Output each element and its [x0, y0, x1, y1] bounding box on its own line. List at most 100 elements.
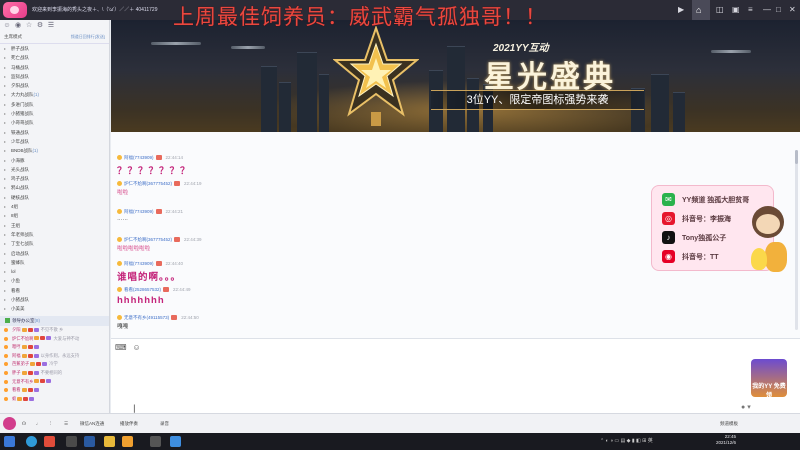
emoji-icon[interactable]: ☺ — [133, 343, 141, 353]
mic-icon[interactable]: ♩ — [36, 419, 41, 428]
message-header: 炉仁不尬啊(367775452) 22:44:19 — [117, 180, 202, 187]
channel-item[interactable]: 监狱战队 — [4, 72, 109, 82]
message-user[interactable]: 炉仁不尬啊(367775452) — [124, 237, 172, 242]
channel-item[interactable]: 鸦山战队 — [4, 183, 109, 193]
ranking-link[interactable]: 频道日回排行[发送] — [71, 34, 105, 40]
channel-item[interactable]: 夕阳战队 — [4, 81, 109, 91]
app-icon[interactable] — [122, 436, 133, 447]
channel-item[interactable]: 铁通战队 — [4, 128, 109, 138]
clock[interactable]: 22:45 2021/12/6 — [716, 434, 736, 446]
member-item[interactable]: 胖子 不要相同的 — [0, 369, 109, 378]
promo-badge[interactable]: 我的YY 免费领 — [751, 359, 787, 399]
channel-item[interactable]: 多进门战队 — [4, 100, 109, 110]
maximize-icon[interactable]: □ — [776, 5, 781, 14]
message-header: 阿福(7743909) 22:44:14 — [117, 154, 191, 161]
channel-item[interactable]: 鸡子战队 — [4, 174, 109, 184]
steam-icon[interactable] — [84, 436, 95, 447]
home-button[interactable]: ⌂ — [692, 0, 710, 20]
channel-item[interactable]: 丁宝七战队 — [4, 239, 109, 249]
member-item[interactable]: 蚁 — [0, 395, 109, 404]
folder-icon[interactable] — [104, 436, 115, 447]
status-item-0[interactable]: 微信AN连通 — [80, 419, 104, 428]
channel-item[interactable]: 启动战队 — [4, 249, 109, 259]
member-item[interactable]: 阿福 以身作则，永远支持 — [0, 352, 109, 361]
channel-item[interactable]: 马桶战队 — [4, 63, 109, 73]
social-label: 抖音号：TT — [682, 254, 719, 261]
channel-item[interactable]: 小美美 — [4, 304, 109, 314]
channel-item[interactable]: 小猪战队 — [4, 295, 109, 305]
chat-scrollbar[interactable] — [795, 150, 798, 330]
member-item[interactable]: 无意不有乡 — [0, 378, 109, 387]
clock-date: 2021/12/6 — [716, 440, 737, 445]
avatar[interactable] — [3, 417, 16, 430]
equalizer-icon[interactable]: ⫶ — [50, 419, 51, 428]
dropdown-icon[interactable]: ▾ — [747, 404, 751, 411]
mic-icon[interactable]: ● — [741, 404, 745, 411]
close-icon[interactable]: ✕ — [789, 5, 796, 14]
channel-item[interactable]: 大力丸战队(1) — [4, 90, 109, 100]
channel-item[interactable]: 胖子战队 — [4, 44, 109, 54]
message-user[interactable]: 阿福(7743909) — [124, 155, 154, 160]
member-name: 嗯哼 — [12, 344, 21, 350]
event-banner[interactable]: 2021YY互动 星光盛典 3位YY、限定帝图标强势来袭 — [111, 20, 800, 132]
app-icon[interactable] — [170, 436, 181, 447]
message-user[interactable]: 阿福(7743909) — [124, 209, 154, 214]
game-icon[interactable]: ▣ — [732, 5, 740, 14]
edge-icon[interactable] — [26, 436, 37, 447]
channel-item[interactable]: 光头战队 — [4, 165, 109, 175]
chat-group-header[interactable]: 领导办公室(8) — [0, 316, 109, 326]
channel-item[interactable]: 4组 — [4, 202, 109, 212]
level-icon — [155, 155, 162, 161]
channel-item[interactable]: 小鱼 — [4, 276, 109, 286]
channel-sidebar: ☺ ◉ ☆ ⚙ ☰ 主席模式 频道日回排行[发送] 胖子战队死亡战队马桶战队监狱… — [0, 20, 110, 413]
message-user[interactable]: 阿福(7743909) — [124, 261, 154, 266]
headset-icon[interactable]: ☊ — [22, 419, 26, 428]
message-header: 无意不有乡(49115573) 22:44:50 — [117, 314, 199, 321]
status-item-1[interactable]: 播放伴奏 — [120, 419, 138, 428]
member-item[interactable]: 嗯哼 — [0, 343, 109, 352]
message-input-area[interactable]: ⌨ ☺ 我的YY 免费领 ● ▾ ▏ — [111, 338, 800, 413]
mixer-icon[interactable]: ☰ — [64, 419, 68, 428]
mascot-image — [747, 204, 789, 276]
message-user[interactable]: 看看(2528657532) — [124, 287, 161, 292]
badge-icon — [27, 388, 33, 393]
channel-item[interactable]: 死亡战队 — [4, 53, 109, 63]
member-item[interactable]: 芭蕉弟子 冷学 — [0, 360, 109, 369]
member-item[interactable]: 夕阳 不见不散 乡 — [0, 326, 109, 335]
status-right-label[interactable]: 频道模板 — [720, 419, 738, 428]
message-user[interactable]: 炉仁不尬啊(367775452) — [124, 181, 172, 186]
location-icon[interactable]: ◉ — [14, 22, 22, 29]
channel-item[interactable]: 王组 — [4, 221, 109, 231]
channel-item[interactable]: 8组 — [4, 211, 109, 221]
video-icon[interactable]: ▶ — [678, 5, 684, 14]
app-icon[interactable] — [44, 436, 55, 447]
channel-item[interactable]: 小海豚 — [4, 156, 109, 166]
app-icon[interactable] — [66, 436, 77, 447]
app-icon[interactable] — [150, 436, 161, 447]
channel-item[interactable]: 看看 — [4, 286, 109, 296]
start-icon[interactable] — [4, 436, 15, 447]
mode-select[interactable]: 主席模式 — [4, 34, 22, 40]
message-user[interactable]: 无意不有乡(49115573) — [124, 315, 169, 320]
channel-item[interactable]: BNDB战队(1) — [4, 146, 109, 156]
channel-item[interactable]: 硬核战队 — [4, 193, 109, 203]
channel-item[interactable]: lol — [4, 267, 109, 277]
channel-item[interactable]: 蜜蜂队 — [4, 258, 109, 268]
member-item[interactable]: 炉仁不尬啊 大爱与神不动 — [0, 335, 109, 344]
settings-icon[interactable]: ⚙ — [36, 22, 44, 29]
menu-icon[interactable]: ≡ — [748, 5, 753, 14]
message-text: 啦啦啦啦啦啦 — [117, 246, 151, 252]
channel-item[interactable]: 小猪猪战队 — [4, 109, 109, 119]
star-icon[interactable]: ☆ — [25, 22, 33, 29]
channel-item[interactable]: 小哥哥战队 — [4, 118, 109, 128]
shirt-icon[interactable]: ◫ — [716, 5, 724, 14]
user-icon[interactable]: ☺ — [3, 22, 11, 29]
channel-item[interactable]: 少年战队 — [4, 137, 109, 147]
gamepad-icon[interactable]: ⌨ — [115, 343, 127, 353]
channel-item[interactable]: 年老师战队 — [4, 230, 109, 240]
minimize-icon[interactable]: — — [763, 5, 771, 14]
list-icon[interactable]: ☰ — [47, 22, 55, 29]
status-item-2[interactable]: 录音 — [160, 419, 169, 428]
ime-label[interactable]: 英 — [648, 438, 653, 444]
member-item[interactable]: 看看 — [0, 386, 109, 395]
